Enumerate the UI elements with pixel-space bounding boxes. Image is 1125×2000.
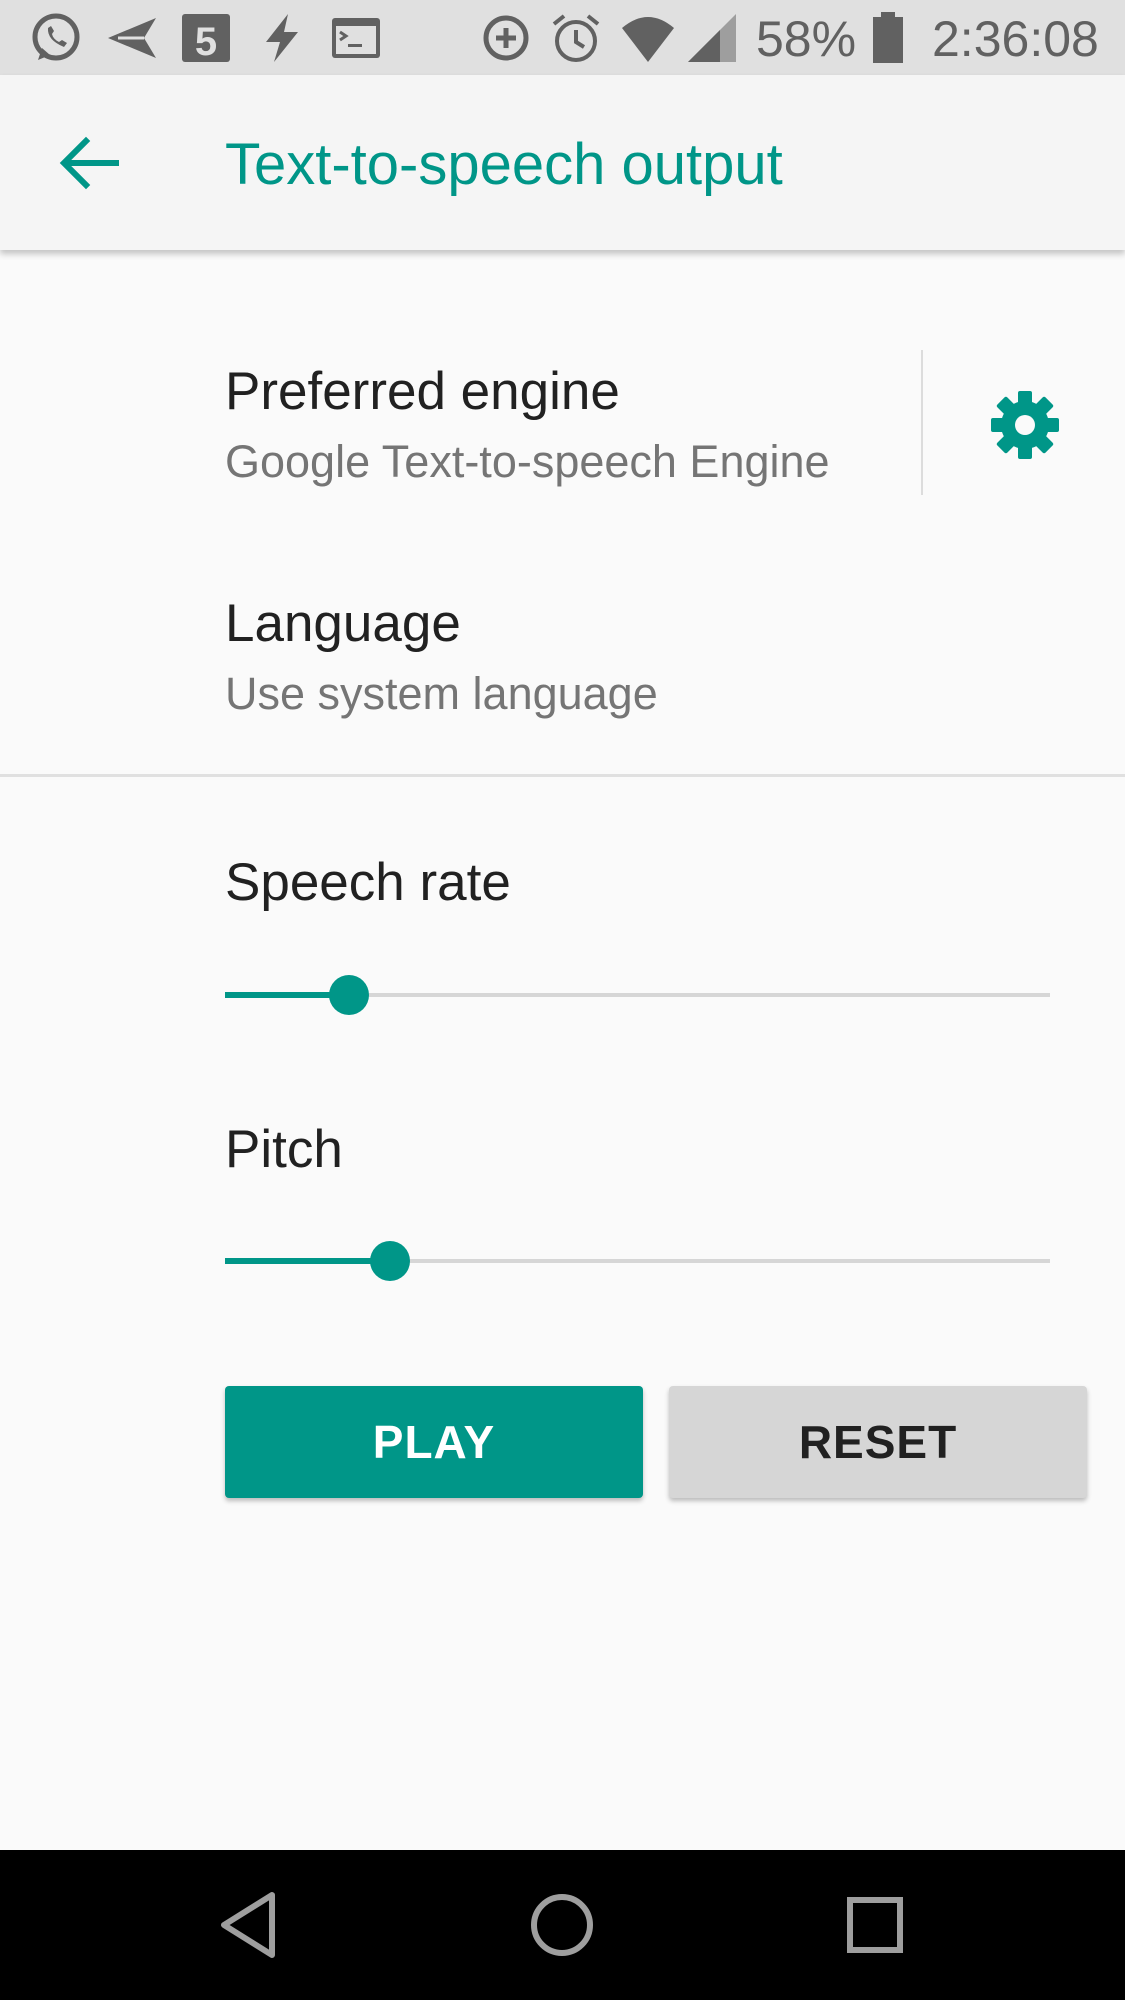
whatsapp-icon bbox=[32, 13, 80, 61]
send-icon bbox=[108, 18, 156, 58]
reset-button[interactable]: RESET bbox=[669, 1386, 1087, 1498]
play-button[interactable]: PLAY bbox=[225, 1386, 643, 1498]
section-divider bbox=[0, 774, 1125, 777]
battery-percent: 58% bbox=[756, 11, 857, 67]
arrow-back-icon[interactable] bbox=[50, 123, 130, 203]
data-saver-icon bbox=[483, 15, 529, 61]
navigation-bar bbox=[0, 1850, 1125, 2000]
speech-rate-label: Speech rate bbox=[225, 853, 511, 912]
speech-rate-slider[interactable] bbox=[225, 973, 1050, 1017]
home-circle-icon[interactable] bbox=[522, 1885, 602, 1965]
pitch-slider[interactable] bbox=[225, 1239, 1050, 1283]
vertical-divider bbox=[921, 350, 923, 495]
preferred-engine-row[interactable]: Preferred engine Google Text-to-speech E… bbox=[0, 330, 921, 510]
clock: 2:36:08 bbox=[932, 11, 1099, 67]
alarm-icon bbox=[552, 14, 600, 62]
pitch-label: Pitch bbox=[225, 1120, 343, 1179]
gear-icon[interactable] bbox=[975, 375, 1075, 475]
toolbar: Text-to-speech output bbox=[0, 75, 1125, 250]
svg-text:5: 5 bbox=[195, 20, 217, 64]
slider-thumb[interactable] bbox=[370, 1241, 410, 1281]
page-title: Text-to-speech output bbox=[225, 132, 783, 197]
language-title: Language bbox=[225, 594, 461, 653]
language-summary: Use system language bbox=[225, 668, 658, 719]
recents-square-icon[interactable] bbox=[835, 1885, 915, 1965]
language-row[interactable]: Language Use system language bbox=[0, 560, 1125, 740]
signal-icon bbox=[688, 14, 736, 62]
back-triangle-icon[interactable] bbox=[210, 1885, 290, 1965]
slider-fill bbox=[225, 1258, 390, 1264]
status-bar: 5 58% 2:36:08 bbox=[0, 0, 1125, 75]
battery-icon bbox=[873, 12, 903, 63]
preferred-engine-summary: Google Text-to-speech Engine bbox=[225, 436, 830, 487]
slider-thumb[interactable] bbox=[329, 975, 369, 1015]
terminal-icon bbox=[332, 18, 380, 58]
wifi-icon bbox=[622, 17, 674, 62]
flash-icon bbox=[266, 14, 298, 62]
preferred-engine-title: Preferred engine bbox=[225, 362, 620, 421]
app-5-icon: 5 bbox=[182, 14, 230, 64]
